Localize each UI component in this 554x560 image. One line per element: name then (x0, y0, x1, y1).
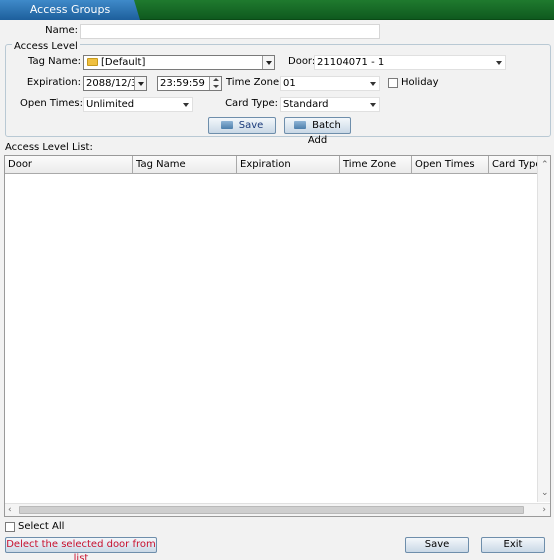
horizontal-scrollbar[interactable]: ‹ › (5, 503, 550, 516)
open-times-label: Open Times: (20, 98, 83, 109)
batch-add-button[interactable]: Batch Add (284, 117, 351, 146)
holiday-checkbox[interactable] (388, 78, 398, 88)
chevron-down-icon[interactable] (370, 82, 376, 86)
tab-access-groups[interactable]: Access Groups (0, 0, 140, 20)
access-level-list-label: Access Level List: (5, 142, 93, 153)
horizontal-scroll-thumb[interactable] (19, 506, 524, 514)
door-label: Door: (288, 56, 316, 67)
chevron-down-icon[interactable] (134, 77, 146, 90)
time-zone-value: 01 (283, 78, 296, 89)
open-times-select[interactable]: Unlimited (83, 97, 193, 112)
chevron-down-icon[interactable] (262, 56, 274, 69)
chevron-down-icon[interactable] (496, 61, 502, 65)
tag-name-select[interactable]: [Default] (83, 55, 275, 70)
card-type-value: Standard (283, 99, 329, 110)
scroll-up-icon[interactable]: ⌃ (541, 160, 549, 170)
scroll-left-icon[interactable]: ‹ (8, 505, 12, 515)
expiration-date-select[interactable]: 2088/12/30 (83, 76, 147, 91)
expiration-label: Expiration: (26, 77, 81, 88)
vertical-scrollbar[interactable]: ⌃ ⌄ (537, 156, 550, 502)
expiration-time-spinner[interactable]: 23:59:59 (157, 76, 222, 91)
folder-icon (87, 58, 98, 66)
tag-name-label: Tag Name: (28, 56, 81, 67)
column-header-card-type[interactable]: Card Type (489, 156, 539, 174)
open-times-value: Unlimited (86, 99, 135, 110)
chevron-down-icon[interactable] (370, 103, 376, 107)
column-header-open-times[interactable]: Open Times (412, 156, 489, 174)
save-icon (220, 121, 233, 129)
time-zone-select[interactable]: 01 (280, 76, 380, 91)
card-type-select[interactable]: Standard (280, 97, 380, 112)
select-all-label: Select All (18, 521, 65, 532)
holiday-label: Holiday (401, 77, 439, 88)
time-zone-label: Time Zone: (226, 77, 283, 88)
save-level-button[interactable]: Save (208, 117, 276, 134)
name-input[interactable] (80, 24, 380, 39)
chevron-down-icon[interactable] (183, 103, 189, 107)
name-label: Name: (45, 25, 78, 36)
column-header-door[interactable]: Door (5, 156, 133, 174)
door-select[interactable]: 21104071 - 1 (314, 55, 506, 70)
exit-button[interactable]: Exit (481, 537, 545, 553)
delete-selected-button[interactable]: Delect the selected door from list (5, 537, 157, 560)
save-button[interactable]: Save (405, 537, 469, 553)
access-level-legend: Access Level (12, 41, 80, 53)
spinner-arrows-icon[interactable] (209, 77, 221, 90)
access-level-list[interactable]: Door Tag Name Expiration Time Zone Open … (4, 155, 551, 517)
scroll-right-icon[interactable]: › (542, 505, 546, 515)
column-header-time-zone[interactable]: Time Zone (340, 156, 412, 174)
batch-add-icon (294, 121, 307, 129)
select-all-checkbox[interactable] (5, 522, 15, 532)
door-value: 21104071 - 1 (317, 57, 385, 68)
card-type-label: Card Type: (225, 98, 278, 109)
column-header-expiration[interactable]: Expiration (237, 156, 340, 174)
scroll-down-icon[interactable]: ⌄ (541, 488, 549, 498)
tag-name-value: [Default] (101, 57, 146, 68)
column-header-tag-name[interactable]: Tag Name (133, 156, 237, 174)
expiration-time-value: 23:59:59 (160, 78, 205, 89)
